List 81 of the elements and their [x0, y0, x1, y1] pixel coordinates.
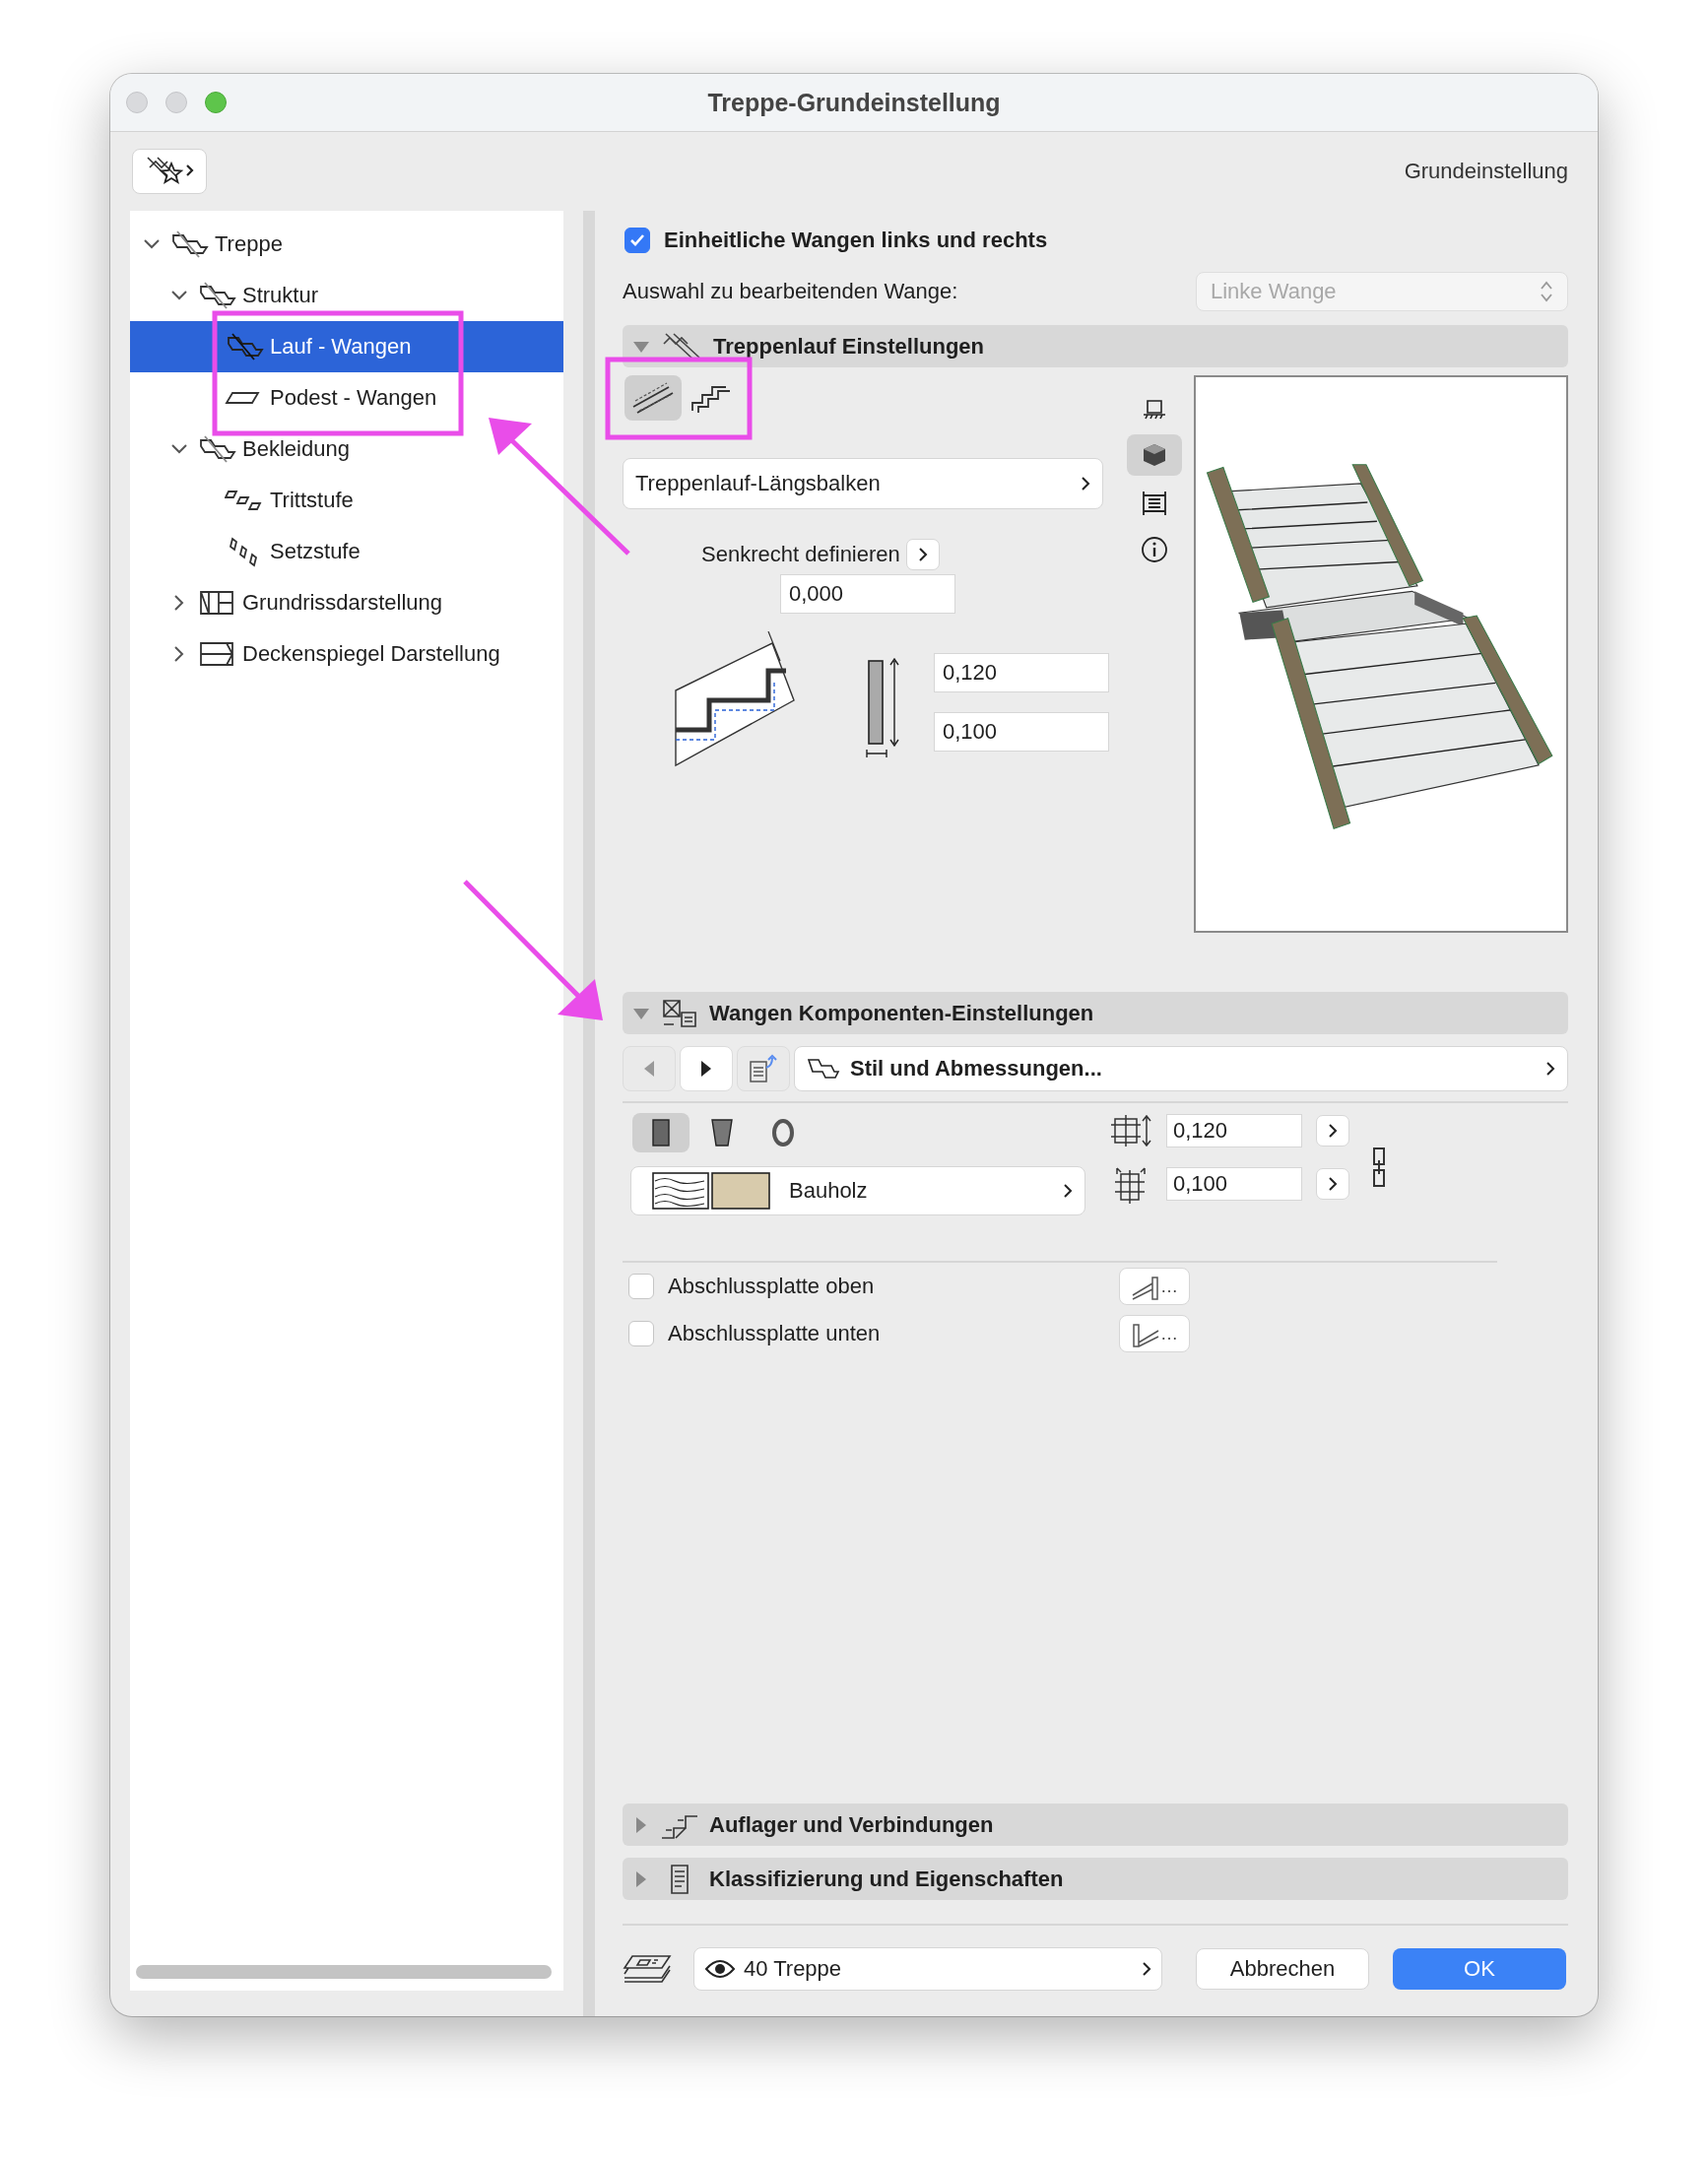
style-button[interactable]: Stil und Abmessungen...: [794, 1046, 1568, 1091]
3d-view-button[interactable]: [1127, 434, 1182, 476]
trapezoid-icon: [708, 1117, 736, 1148]
chevron-right-icon[interactable]: [173, 594, 185, 612]
tree-item[interactable]: Trittstufe: [130, 475, 563, 526]
chevron-down-icon[interactable]: [170, 290, 188, 301]
section-header[interactable]: Treppenlauf Einstellungen: [623, 325, 1568, 367]
checkbox-label: Abschlussplatte unten: [668, 1321, 882, 1346]
input-field[interactable]: 0,120: [1166, 1114, 1302, 1147]
chevron-right-icon: [1328, 1176, 1338, 1192]
window-title: Treppe-Grundeinstellung: [707, 88, 1001, 117]
tree-label: Struktur: [242, 283, 319, 308]
transfer-button[interactable]: [737, 1046, 790, 1091]
section-header[interactable]: Wangen Komponenten-Einstellungen: [623, 992, 1568, 1034]
chevron-right-icon: [1142, 1961, 1151, 1977]
stair-icon: [807, 1056, 840, 1082]
tree-label: Trittstufe: [270, 488, 354, 513]
input-field[interactable]: 0,120: [934, 653, 1109, 692]
end-plate-button[interactable]: …: [1119, 1315, 1190, 1352]
tree-label: Treppe: [215, 231, 283, 257]
favorites-button[interactable]: [132, 149, 207, 194]
chevron-right-icon: [917, 547, 928, 562]
layers-icon: [623, 1952, 674, 1986]
info-icon: [1140, 535, 1169, 564]
tree-label: Deckenspiegel Darstellung: [242, 641, 500, 667]
disclosure-triangle-icon: [632, 1006, 650, 1020]
height-dimension-icon: [1109, 1113, 1152, 1148]
input-field[interactable]: 0,100: [934, 712, 1109, 752]
end-plate-button[interactable]: …: [1119, 1268, 1190, 1305]
tree-label: Bekleidung: [242, 436, 350, 462]
tree-item[interactable]: Grundrissdarstellung: [130, 577, 563, 628]
material-swatch-icon: [651, 1171, 773, 1211]
checkbox-label: Einheitliche Wangen links und rechts: [664, 228, 1048, 253]
tree-label: Grundrissdarstellung: [242, 590, 442, 616]
tree-label: Setzstufe: [270, 539, 361, 564]
tree-item[interactable]: Lauf - Wangen: [130, 321, 563, 372]
horizontal-scrollbar[interactable]: [136, 1965, 552, 1979]
chevron-down-icon[interactable]: [143, 238, 161, 250]
section-header[interactable]: Klassifizierung und Eigenschaften: [623, 1858, 1568, 1900]
chevron-right-icon: [1063, 1183, 1073, 1199]
tree-item[interactable]: Struktur: [130, 270, 563, 321]
field-label: Senkrecht definieren: [701, 542, 900, 567]
zoom-button[interactable]: [205, 92, 227, 113]
chevron-button[interactable]: [1316, 1168, 1349, 1200]
rectangle-profile-button[interactable]: [632, 1113, 690, 1152]
eye-icon: [704, 1958, 736, 1980]
next-button[interactable]: [680, 1046, 733, 1091]
profile-button[interactable]: Treppenlauf-Längsbalken: [623, 458, 1103, 509]
chevron-down-icon[interactable]: [170, 443, 188, 455]
sloped-stringer-button[interactable]: [624, 375, 682, 421]
checkbox[interactable]: [624, 228, 650, 253]
checkbox[interactable]: [628, 1274, 654, 1299]
chevron-right-icon: [1081, 476, 1090, 492]
cancel-button[interactable]: Abbrechen: [1196, 1948, 1369, 1990]
ok-button[interactable]: OK: [1393, 1948, 1566, 1990]
up-down-arrows-icon: [1540, 280, 1553, 303]
layer-dropdown[interactable]: 40 Treppe: [693, 1947, 1162, 1991]
material-button[interactable]: Bauholz: [630, 1166, 1085, 1215]
section-header[interactable]: Auflager und Verbindungen: [623, 1803, 1568, 1846]
chevron-right-icon: [1545, 1061, 1555, 1077]
tree-item[interactable]: Setzstufe: [130, 526, 563, 577]
checkbox-label: Abschlussplatte oben: [668, 1274, 876, 1299]
disclosure-triangle-icon: [632, 339, 650, 354]
checkbox[interactable]: [628, 1321, 654, 1346]
input-field[interactable]: 0,100: [1166, 1167, 1302, 1201]
chevron-button[interactable]: [1316, 1115, 1349, 1147]
triangle-left-icon: [642, 1059, 656, 1079]
tree-label: Lauf - Wangen: [270, 334, 412, 360]
field-label: Auswahl zu bearbeitenden Wange:: [623, 279, 958, 304]
tree-item[interactable]: Podest - Wangen: [130, 372, 563, 424]
tree-item[interactable]: Deckenspiegel Darstellung: [130, 628, 563, 680]
chevron-right-icon[interactable]: [173, 645, 185, 663]
chevron-button[interactable]: [905, 539, 940, 570]
tree-label: Podest - Wangen: [270, 385, 437, 411]
tree-item[interactable]: Bekleidung: [130, 424, 563, 475]
ring-icon: [769, 1117, 797, 1148]
tree-item[interactable]: Treppe: [130, 219, 563, 270]
triangle-right-icon: [699, 1059, 713, 1079]
input-field[interactable]: 0,000: [780, 574, 955, 614]
preset-label: Grundeinstellung: [1404, 159, 1568, 184]
chevron-right-icon: [1328, 1123, 1338, 1139]
